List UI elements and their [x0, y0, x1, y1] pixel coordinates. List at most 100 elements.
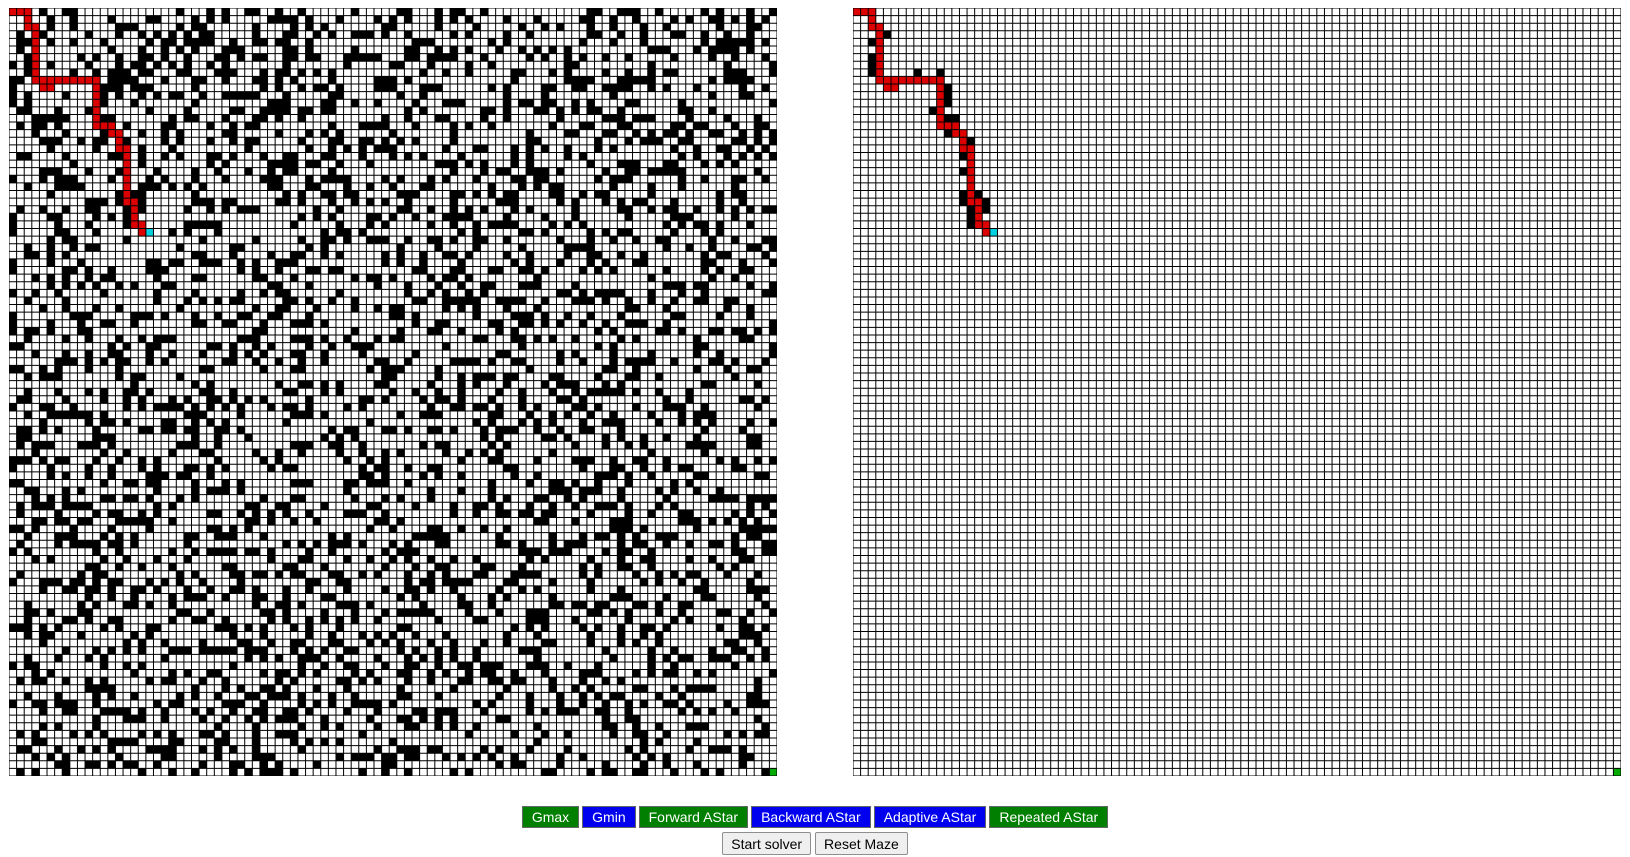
wall-cell — [503, 684, 511, 693]
wall-cell — [282, 715, 291, 723]
wall-cell — [526, 608, 534, 617]
wall-cell — [427, 677, 435, 685]
wall-cell — [640, 456, 648, 465]
wall-cell — [62, 357, 70, 366]
wall-cell — [693, 707, 701, 716]
wall-cell — [685, 601, 694, 609]
path-cell — [92, 114, 101, 123]
wall-cell — [617, 555, 625, 564]
wall-cell — [404, 289, 413, 297]
wall-cell — [609, 525, 618, 533]
adaptive-astar-button[interactable]: Adaptive AStar — [873, 806, 987, 828]
wall-cell — [138, 456, 146, 465]
path-cell — [123, 144, 131, 153]
wall-cell — [746, 494, 755, 503]
wall-cell — [670, 479, 679, 488]
wall-cell — [602, 84, 610, 92]
wall-cell — [647, 669, 656, 678]
wall-cell — [602, 418, 610, 427]
wall-cell — [313, 540, 321, 548]
wall-cell — [761, 494, 770, 503]
wall-cell — [252, 601, 260, 609]
wall-cell — [503, 190, 511, 199]
wall-cell — [716, 228, 724, 237]
wall-cell — [77, 53, 86, 62]
wall-cell — [868, 53, 876, 62]
wall-cell — [404, 357, 413, 366]
forward-astar-button[interactable]: Forward AStar — [638, 806, 749, 828]
wall-cell — [221, 319, 230, 328]
wall-cell — [404, 236, 413, 244]
wall-cell — [282, 730, 291, 738]
wall-cell — [183, 411, 192, 419]
wall-cell — [115, 456, 124, 465]
repeated-astar-button[interactable]: Repeated AStar — [989, 806, 1109, 828]
wall-cell — [427, 487, 435, 495]
wall-cell — [214, 433, 222, 442]
wall-cell — [206, 258, 215, 267]
wall-cell — [290, 494, 298, 503]
wall-cell — [586, 251, 595, 259]
wall-cell — [510, 334, 519, 343]
wall-cell — [328, 540, 336, 548]
wall-cell — [503, 715, 511, 723]
wall-cell — [252, 707, 260, 716]
wall-cell — [161, 707, 169, 716]
wall-cell — [693, 350, 701, 358]
wall-cell — [617, 487, 625, 495]
wall-cell — [731, 494, 739, 503]
wall-cell — [518, 760, 527, 769]
wall-cell — [541, 319, 549, 328]
wall-cell — [503, 464, 511, 472]
gmax-button[interactable]: Gmax — [521, 806, 580, 828]
wall-cell — [457, 753, 466, 761]
wall-cell — [655, 137, 663, 145]
wall-cell — [252, 593, 260, 602]
wall-cell — [100, 357, 108, 366]
wall-cell — [275, 15, 283, 24]
full-maze-grid[interactable] — [9, 8, 777, 776]
wall-cell — [191, 274, 200, 282]
wall-cell — [305, 578, 314, 586]
wall-cell — [358, 540, 367, 548]
wall-cell — [571, 403, 580, 412]
wall-cell — [434, 616, 443, 624]
wall-cell — [221, 479, 230, 488]
wall-cell — [700, 266, 709, 275]
wall-cell — [579, 623, 587, 632]
wall-cell — [130, 190, 139, 199]
backward-astar-button[interactable]: Backward AStar — [751, 806, 871, 828]
wall-cell — [123, 517, 131, 526]
wall-cell — [959, 190, 968, 199]
wall-cell — [31, 327, 40, 335]
wall-cell — [275, 304, 283, 313]
wall-cell — [495, 677, 504, 685]
wall-cell — [450, 502, 458, 510]
wall-cell — [54, 122, 63, 130]
wall-cell — [9, 403, 17, 412]
wall-cell — [69, 15, 78, 24]
wall-cell — [145, 426, 154, 434]
wall-cell — [54, 182, 63, 191]
wall-cell — [229, 122, 238, 130]
wall-cell — [503, 578, 511, 586]
wall-cell — [624, 509, 633, 518]
wall-cell — [328, 167, 336, 176]
wall-cell — [275, 730, 283, 738]
wall-cell — [343, 61, 352, 69]
wall-cell — [123, 707, 131, 716]
gmin-button[interactable]: Gmin — [582, 806, 636, 828]
wall-cell — [685, 137, 694, 145]
wall-cell — [716, 251, 724, 259]
wall-cell — [678, 182, 686, 191]
agent-knowledge-grid[interactable] — [853, 8, 1621, 776]
wall-cell — [564, 53, 572, 62]
wall-cell — [275, 312, 283, 320]
wall-cell — [381, 114, 390, 123]
wall-cell — [69, 502, 78, 510]
reset-maze-button[interactable]: Reset Maze — [815, 832, 908, 855]
wall-cell — [39, 137, 48, 145]
wall-cell — [100, 707, 108, 716]
start-solver-button[interactable]: Start solver — [722, 832, 812, 855]
wall-cell — [199, 23, 207, 31]
